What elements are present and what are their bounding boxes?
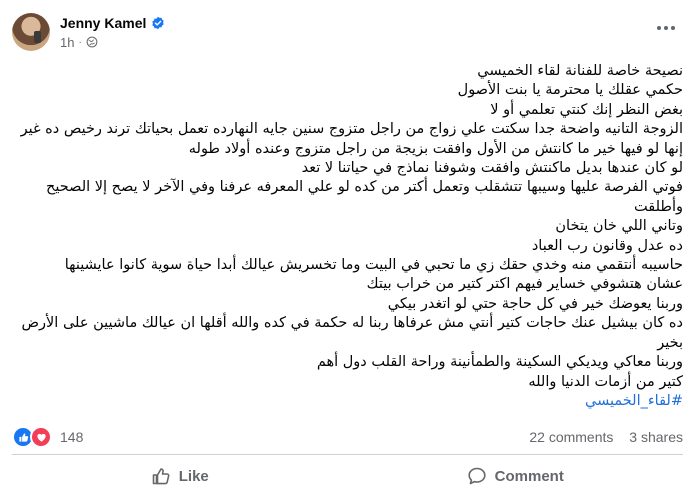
post-actions: Like Comment: [12, 458, 683, 494]
post-line: وتاني اللي خان يتخان: [555, 218, 683, 235]
post-subline: 1h ·: [60, 35, 165, 50]
like-button[interactable]: Like: [12, 459, 348, 493]
post-line: ده كان بيشيل عنك حاجات كتير أنتي مش عرفا…: [21, 315, 684, 332]
globe-icon: [86, 36, 98, 48]
post-header: Jenny Kamel 1h ·: [12, 8, 165, 56]
thumbs-up-icon: [152, 468, 170, 485]
author-name[interactable]: Jenny Kamel: [60, 15, 146, 31]
post-line: إنها لو فيها خير ما كانتش من الأول وافقت…: [188, 140, 683, 157]
post-line: بغض النظر إنك كنتي تعلمي أو لا: [490, 101, 683, 118]
love-reaction-icon: [30, 426, 52, 448]
post-text: نصيحة خاصة للفنانة لقاء الخميسي حكمي عقل…: [12, 62, 683, 411]
post-line: حاسيبه أنتقمي منه وخدي حقك زي ما تحبي في…: [64, 257, 683, 274]
post-line: بخير: [657, 334, 683, 351]
post-line: حكمي عقلك يا محترمة يا بنت الأصول: [457, 82, 683, 99]
more-options-icon[interactable]: [651, 18, 681, 38]
verified-badge-icon: [152, 16, 165, 29]
comment-bubble-icon: [468, 467, 486, 485]
separator-dot: ·: [78, 36, 82, 48]
engagement-stats: 148 22 comments 3 shares: [12, 426, 683, 448]
hashtag-link[interactable]: #لقاء_الخميسي: [585, 393, 683, 409]
post-line: كتير من أزمات الدنيا والله: [528, 373, 683, 390]
comment-share-stats: 22 comments 3 shares: [517, 429, 683, 445]
shares-count[interactable]: 3 shares: [629, 429, 683, 445]
post-line: عشان هتشوفي خساير فيهم اكتر كتير من خراب…: [366, 276, 683, 293]
author-avatar[interactable]: [12, 13, 50, 51]
comments-count[interactable]: 22 comments: [529, 429, 613, 445]
post-line: وربنا يعوضك خير في كل حاجة حتي لو اتغدر …: [387, 295, 683, 312]
post-line: وربنا معاكي ويديكي السكينة والطمأنينة ور…: [316, 354, 683, 371]
reaction-count: 148: [60, 429, 84, 445]
avatar-phone-detail: [34, 31, 41, 43]
post-line: نصيحة خاصة للفنانة لقاء الخميسي: [477, 63, 683, 79]
post-line: ده عدل وقانون رب العباد: [531, 237, 683, 254]
action-divider: [12, 454, 683, 455]
post-line: لو كان عندها بديل ماكنتش وافقت وشوفنا نم…: [301, 160, 683, 177]
post-line: فوتي الفرصة عليها وسيبها تتشقلب وتعمل أك…: [46, 179, 683, 196]
comment-label: Comment: [494, 467, 564, 485]
post-line: الزوجة التانيه واضحة جدا سكتت علي زواج م…: [20, 121, 683, 138]
post-line: وأطلقت: [634, 198, 683, 215]
like-label: Like: [178, 467, 209, 485]
reactions-summary[interactable]: 148: [12, 426, 83, 448]
author-row: Jenny Kamel: [60, 15, 165, 31]
post-time[interactable]: 1h: [60, 35, 74, 50]
comment-button[interactable]: Comment: [348, 459, 684, 493]
post-meta: Jenny Kamel 1h ·: [60, 15, 165, 50]
